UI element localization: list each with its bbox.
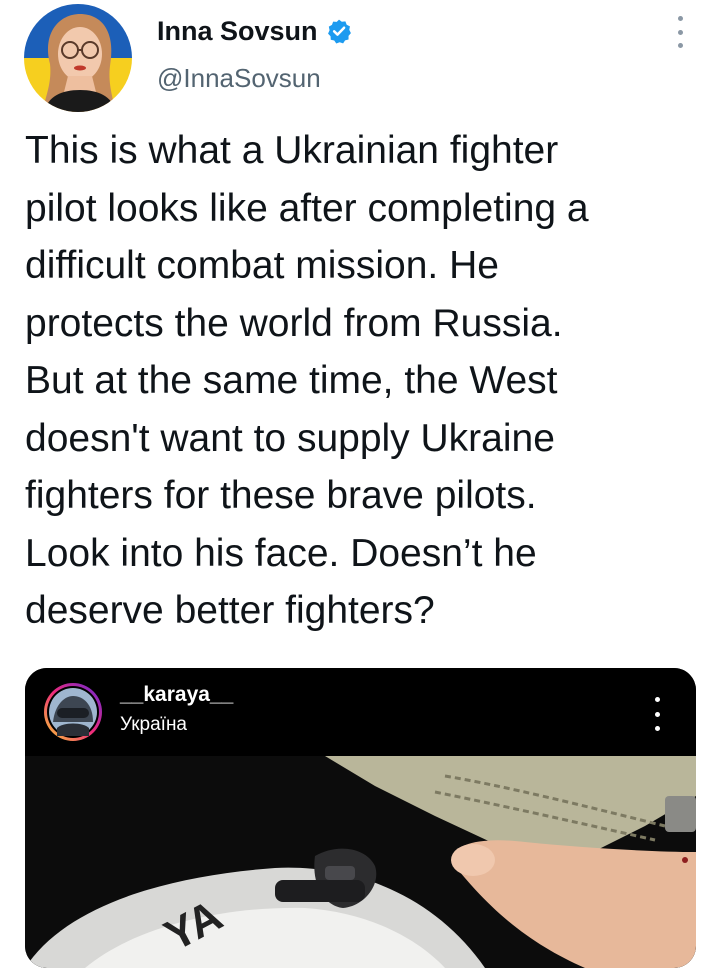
embedded-post-avatar[interactable] bbox=[43, 682, 103, 742]
tweet-card: Inna Sovsun @InnaSovsun This is what a U… bbox=[0, 0, 708, 968]
more-dot-icon bbox=[677, 29, 683, 35]
tweet-text-line: Look into his face. Doesn’t he bbox=[25, 531, 537, 575]
more-dot-icon bbox=[677, 16, 683, 21]
avatar-photo-icon bbox=[24, 4, 132, 112]
embedded-post-location[interactable]: Україна bbox=[120, 714, 187, 736]
tweet-text-line: doesn't want to supply Ukraine bbox=[25, 416, 555, 460]
embedded-more-icon bbox=[653, 697, 661, 731]
author-handle[interactable]: @InnaSovsun bbox=[157, 62, 321, 94]
tweet-text-line: pilot looks like after completing a bbox=[25, 186, 589, 230]
tweet-text-line: deserve better fighters? bbox=[25, 589, 435, 632]
pilot-helmet-avatar-icon bbox=[44, 683, 102, 741]
author-display-name[interactable]: Inna Sovsun bbox=[157, 14, 318, 48]
more-dot-icon bbox=[677, 43, 683, 48]
more-dot-icon bbox=[654, 697, 660, 702]
tweet-media[interactable]: __karaya__ Україна ΥΑ bbox=[25, 668, 696, 968]
more-dot-icon bbox=[654, 726, 660, 731]
pilot-helmet-photo-icon: ΥΑ bbox=[25, 756, 696, 968]
more-options-button[interactable] bbox=[670, 16, 690, 48]
tweet-text-line: This is what a Ukrainian fighter bbox=[25, 129, 559, 172]
tweet-text-line: fighters for these brave pilots. bbox=[25, 474, 537, 517]
more-dot-icon bbox=[654, 711, 660, 717]
tweet-text-line: difficult combat mission. He bbox=[25, 244, 499, 287]
tweet-text-line: protects the world from Russia. bbox=[25, 301, 563, 345]
embedded-post-username[interactable]: __karaya__ bbox=[120, 683, 233, 707]
embedded-post-header: __karaya__ Україна bbox=[25, 668, 696, 756]
author-name-row: Inna Sovsun bbox=[157, 14, 352, 48]
verified-badge-icon bbox=[327, 19, 351, 44]
tweet-text: This is what a Ukrainian fighter pilot l… bbox=[25, 122, 695, 640]
tweet-text-line: But at the same time, the West bbox=[25, 359, 558, 402]
author-avatar[interactable] bbox=[24, 4, 132, 112]
